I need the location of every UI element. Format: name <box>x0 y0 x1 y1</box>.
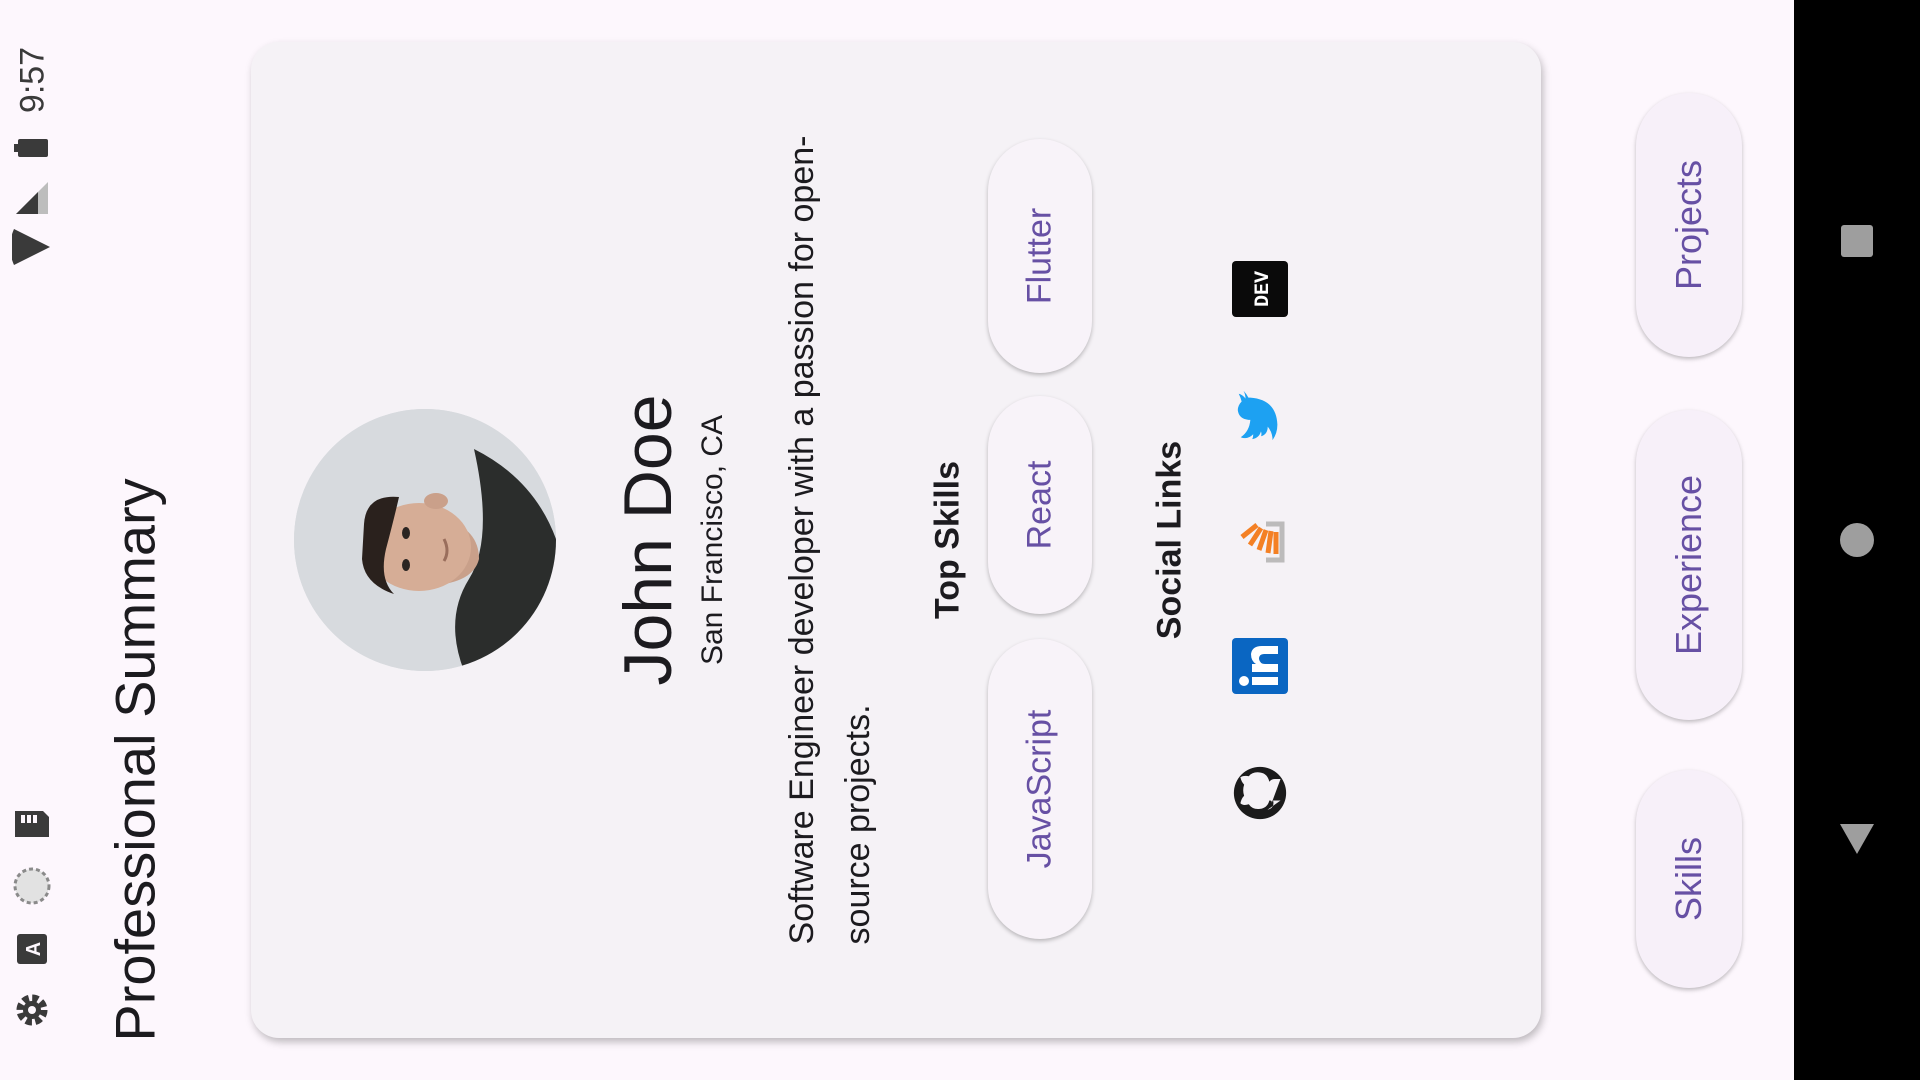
recents-icon[interactable] <box>1834 218 1880 264</box>
status-bar: 9:57 A <box>0 0 66 1080</box>
projects-button-label: Projects <box>1668 159 1709 291</box>
svg-text:A: A <box>23 942 45 956</box>
signal-icon <box>12 178 52 218</box>
skill-chip-label: Flutter <box>1020 207 1059 305</box>
a11y-text-icon: A <box>12 928 52 970</box>
profile-bio-line-1: Software Engineer developer with a passi… <box>783 135 821 945</box>
skill-chip-flutter[interactable]: Flutter <box>988 139 1092 373</box>
battery-icon <box>12 132 52 164</box>
profile-location: San Francisco, CA <box>696 414 729 666</box>
home-icon[interactable] <box>1834 517 1880 563</box>
profile-bio: Software Engineer developer with a passi… <box>774 136 886 945</box>
svg-text:DEV: DEV <box>1252 271 1275 307</box>
skills-button[interactable]: Skills <box>1636 770 1742 988</box>
projects-button[interactable]: Projects <box>1636 93 1742 357</box>
top-skills-title: Top Skills <box>928 460 967 620</box>
github-icon[interactable] <box>1232 765 1288 821</box>
navigation-bar <box>1794 0 1920 1080</box>
skill-chip-label: React <box>1020 460 1059 550</box>
avatar <box>294 409 556 671</box>
sd-card-icon <box>12 802 52 846</box>
linkedin-icon[interactable] <box>1232 638 1288 694</box>
back-icon[interactable] <box>1834 816 1880 862</box>
wifi-icon <box>12 222 52 272</box>
profile-name: John Doe <box>610 394 686 686</box>
twitter-icon[interactable] <box>1232 387 1288 443</box>
skill-chip-label: JavaScript <box>1020 709 1059 869</box>
profile-bio-line-2: source projects. <box>839 704 877 945</box>
social-links-title: Social Links <box>1150 440 1189 640</box>
dev-icon[interactable]: DEV <box>1232 261 1288 317</box>
page-title: Professional Summary <box>103 478 167 1042</box>
skills-button-label: Skills <box>1668 836 1709 922</box>
settings-icon <box>12 988 52 1032</box>
experience-button[interactable]: Experience <box>1636 410 1742 720</box>
skill-chip-react[interactable]: React <box>988 396 1092 614</box>
status-time: 9:57 <box>13 46 52 114</box>
sync-icon <box>12 864 52 908</box>
experience-button-label: Experience <box>1668 474 1709 656</box>
stackoverflow-icon[interactable] <box>1232 512 1288 568</box>
skill-chip-javascript[interactable]: JavaScript <box>988 639 1092 939</box>
